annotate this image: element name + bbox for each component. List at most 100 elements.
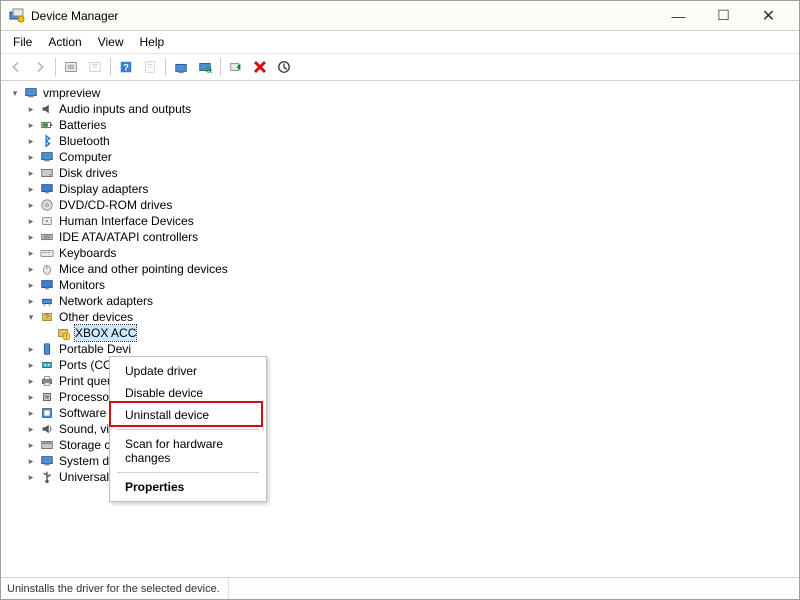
enable-device-button[interactable] bbox=[225, 56, 247, 78]
expand-icon[interactable]: ▸ bbox=[25, 245, 37, 261]
tree-node[interactable]: ▸ IDE ATA/ATAPI controllers bbox=[5, 229, 795, 245]
expand-icon[interactable]: ▸ bbox=[25, 373, 37, 389]
tree-node[interactable]: ▸ Human Interface Devices bbox=[5, 213, 795, 229]
expand-icon[interactable]: ▸ bbox=[25, 453, 37, 469]
context-menu-item[interactable]: Scan for hardware changes bbox=[113, 433, 263, 469]
show-hidden-button[interactable] bbox=[60, 56, 82, 78]
status-text: Uninstalls the driver for the selected d… bbox=[7, 578, 229, 599]
svg-text:!: ! bbox=[66, 335, 67, 340]
menubar: File Action View Help bbox=[1, 31, 799, 54]
tree-node[interactable]: ▸ Keyboards bbox=[5, 245, 795, 261]
tree-node-label[interactable]: Bluetooth bbox=[59, 133, 110, 149]
window-title: Device Manager bbox=[31, 9, 656, 23]
collapse-icon[interactable]: ▾ bbox=[25, 309, 37, 325]
forward-button[interactable] bbox=[29, 56, 51, 78]
tree-node[interactable]: ▸ Portable Devi bbox=[5, 341, 795, 357]
context-menu-item[interactable]: Update driver bbox=[113, 360, 263, 382]
app-icon bbox=[9, 8, 25, 24]
tree-node-label[interactable]: DVD/CD-ROM drives bbox=[59, 197, 172, 213]
tree-node-label[interactable]: IDE ATA/ATAPI controllers bbox=[59, 229, 198, 245]
tree-node-label[interactable]: Monitors bbox=[59, 277, 105, 293]
context-menu: Update driverDisable deviceUninstall dev… bbox=[109, 356, 267, 502]
disable-device-button[interactable] bbox=[249, 56, 271, 78]
tree-node[interactable]: ▸ Disk drives bbox=[5, 165, 795, 181]
tree-node-label[interactable]: Display adapters bbox=[59, 181, 148, 197]
tree-node[interactable]: ▸ Bluetooth bbox=[5, 133, 795, 149]
tree-node[interactable]: ▾?Other devices bbox=[5, 309, 795, 325]
tree-node-label[interactable]: Human Interface Devices bbox=[59, 213, 194, 229]
expand-icon[interactable]: ▸ bbox=[25, 389, 37, 405]
expand-icon[interactable]: ▸ bbox=[25, 421, 37, 437]
tree-node-label[interactable]: Network adapters bbox=[59, 293, 153, 309]
tree-node[interactable]: ▸ Batteries bbox=[5, 117, 795, 133]
tree-node-label[interactable]: Audio inputs and outputs bbox=[59, 101, 191, 117]
expand-icon[interactable]: ▸ bbox=[25, 277, 37, 293]
keyboard-icon bbox=[39, 245, 55, 261]
expand-icon[interactable]: ▸ bbox=[25, 341, 37, 357]
expand-icon[interactable]: ▸ bbox=[25, 405, 37, 421]
uninstall-device-button[interactable] bbox=[273, 56, 295, 78]
expand-icon[interactable]: ▸ bbox=[25, 149, 37, 165]
tree-node[interactable]: ▸ Display adapters bbox=[5, 181, 795, 197]
tree-node-label[interactable]: Other devices bbox=[59, 309, 133, 325]
properties-button[interactable] bbox=[139, 56, 161, 78]
expand-icon[interactable]: ▸ bbox=[25, 229, 37, 245]
tree-node-label[interactable]: XBOX ACC bbox=[75, 325, 136, 341]
collapse-icon[interactable]: ▾ bbox=[9, 85, 21, 101]
device-tree[interactable]: ▾ vmpreview ▸ Audio inputs and outputs ▸ Ba… bbox=[1, 81, 799, 577]
tree-node[interactable]: ▸ Monitors bbox=[5, 277, 795, 293]
expand-icon[interactable]: ▸ bbox=[25, 117, 37, 133]
tree-node-label[interactable]: Disk drives bbox=[59, 165, 118, 181]
tree-root-label[interactable]: vmpreview bbox=[43, 85, 100, 101]
menu-help[interactable]: Help bbox=[132, 33, 173, 51]
minimize-button[interactable]: — bbox=[656, 1, 701, 31]
expand-icon[interactable]: ▸ bbox=[25, 437, 37, 453]
tree-node[interactable]: ! XBOX ACC bbox=[5, 325, 795, 341]
help-button[interactable]: ? bbox=[115, 56, 137, 78]
port-icon bbox=[39, 357, 55, 373]
expand-icon[interactable]: ▸ bbox=[25, 133, 37, 149]
toolbar-btn-extra[interactable] bbox=[84, 56, 106, 78]
expand-icon[interactable]: ▸ bbox=[25, 357, 37, 373]
tree-root[interactable]: ▾ vmpreview bbox=[5, 85, 795, 101]
tree-node[interactable]: ▸ Network adapters bbox=[5, 293, 795, 309]
back-button[interactable] bbox=[5, 56, 27, 78]
tree-node-label[interactable]: Batteries bbox=[59, 117, 106, 133]
audio-icon bbox=[39, 101, 55, 117]
context-menu-separator bbox=[117, 472, 259, 473]
status-bar: Uninstalls the driver for the selected d… bbox=[1, 577, 799, 599]
maximize-button[interactable]: ☐ bbox=[701, 1, 746, 31]
context-menu-item[interactable]: Uninstall device bbox=[113, 404, 263, 426]
context-menu-item[interactable]: Properties bbox=[113, 476, 263, 498]
toolbar-separator bbox=[165, 58, 166, 76]
tree-node[interactable]: ▸ Mice and other pointing devices bbox=[5, 261, 795, 277]
scan-hardware-button[interactable] bbox=[194, 56, 216, 78]
menu-file[interactable]: File bbox=[5, 33, 40, 51]
close-button[interactable]: ✕ bbox=[746, 1, 791, 31]
context-menu-separator bbox=[117, 429, 259, 430]
tree-node-label[interactable]: Mice and other pointing devices bbox=[59, 261, 228, 277]
tree-node-label[interactable]: Portable Devi bbox=[59, 341, 131, 357]
expand-icon[interactable]: ▸ bbox=[25, 261, 37, 277]
expand-icon[interactable]: ▸ bbox=[25, 181, 37, 197]
expand-icon[interactable]: ▸ bbox=[25, 213, 37, 229]
titlebar: Device Manager — ☐ ✕ bbox=[1, 1, 799, 31]
menu-view[interactable]: View bbox=[90, 33, 132, 51]
tree-node-label[interactable]: Computer bbox=[59, 149, 112, 165]
expand-icon[interactable]: ▸ bbox=[25, 197, 37, 213]
tree-node[interactable]: ▸ Computer bbox=[5, 149, 795, 165]
expand-icon[interactable]: ▸ bbox=[25, 165, 37, 181]
expand-icon[interactable]: ▸ bbox=[25, 293, 37, 309]
context-menu-item[interactable]: Disable device bbox=[113, 382, 263, 404]
tree-node[interactable]: ▸ Audio inputs and outputs bbox=[5, 101, 795, 117]
update-driver-button[interactable] bbox=[170, 56, 192, 78]
tree-node-label[interactable]: Keyboards bbox=[59, 245, 116, 261]
expand-icon[interactable]: ▸ bbox=[25, 469, 37, 485]
ide-icon bbox=[39, 229, 55, 245]
menu-action[interactable]: Action bbox=[40, 33, 89, 51]
cpu-icon bbox=[39, 389, 55, 405]
tree-node[interactable]: ▸ DVD/CD-ROM drives bbox=[5, 197, 795, 213]
software-icon bbox=[39, 405, 55, 421]
expand-icon[interactable]: ▸ bbox=[25, 101, 37, 117]
printer-icon bbox=[39, 373, 55, 389]
